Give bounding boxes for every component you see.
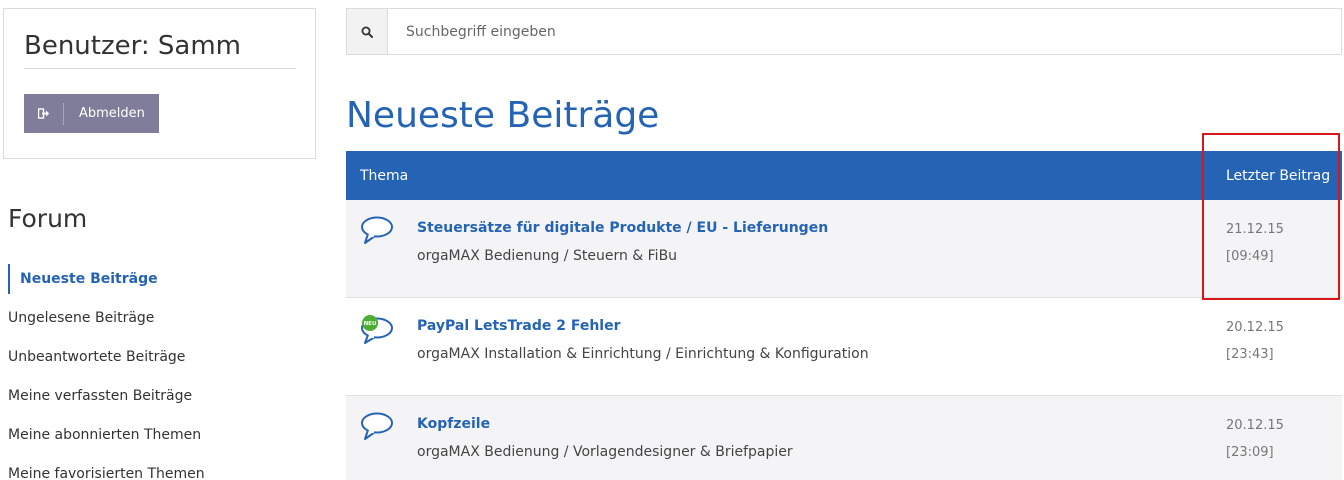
topic-category: orgaMAX Bedienung / Steuern & FiBu <box>417 248 678 264</box>
page-title: Neueste Beiträge <box>346 95 660 136</box>
speech-bubble-icon <box>361 216 393 244</box>
search-icon <box>361 26 373 38</box>
column-header-last-post: Letzter Beitrag <box>1226 167 1331 184</box>
last-post-date: 20.12.15 <box>1226 418 1284 433</box>
search-bar <box>346 8 1342 55</box>
last-post-time: [23:09] <box>1226 445 1274 460</box>
topic-link[interactable]: PayPal LetsTrade 2 Fehler <box>417 318 621 334</box>
user-title: Benutzer: Samm <box>24 31 296 69</box>
table-row: Kopfzeile orgaMAX Bedienung / Vorlagende… <box>346 396 1342 480</box>
last-post-date: 20.12.15 <box>1226 320 1284 335</box>
new-badge: NEU <box>364 321 377 327</box>
sidebar-item-meine-verfassten-beitraege[interactable]: Meine verfassten Beiträge <box>8 381 308 420</box>
last-post-time: [09:49] <box>1226 249 1274 264</box>
topic-link[interactable]: Kopfzeile <box>417 416 490 432</box>
sidebar-item-unbeantwortete-beitraege[interactable]: Unbeantwortete Beiträge <box>8 342 308 381</box>
sidebar-item-meine-abonnierten-themen[interactable]: Meine abonnierten Themen <box>8 420 308 459</box>
logout-button[interactable]: Abmelden <box>24 94 159 133</box>
last-post-date: 21.12.15 <box>1226 222 1284 237</box>
topic-category: orgaMAX Bedienung / Vorlagendesigner & B… <box>417 444 793 460</box>
sidebar-item-ungelesene-beitraege[interactable]: Ungelesene Beiträge <box>8 303 308 342</box>
user-panel: Benutzer: Samm Abmelden <box>3 8 316 159</box>
forum-nav: Neueste Beiträge Ungelesene Beiträge Unb… <box>8 264 308 480</box>
search-button[interactable] <box>347 9 388 54</box>
topic-link[interactable]: Steuersätze für digitale Produkte / EU -… <box>417 220 828 236</box>
new-speech-bubble-icon: NEU <box>361 315 393 344</box>
sidebar-item-neueste-beitraege[interactable]: Neueste Beiträge <box>8 264 308 294</box>
column-header-topic: Thema <box>360 167 409 184</box>
forum-heading: Forum <box>8 204 88 233</box>
table-row: Steuersätze für digitale Produkte / EU -… <box>346 200 1342 298</box>
last-post-time: [23:43] <box>1226 347 1274 362</box>
speech-bubble-icon <box>361 412 393 440</box>
search-input[interactable] <box>388 9 1341 54</box>
topic-category: orgaMAX Installation & Einrichtung / Ein… <box>417 346 869 362</box>
table-row: NEU PayPal LetsTrade 2 Fehler orgaMAX In… <box>346 298 1342 396</box>
sidebar-item-meine-favorisierten-themen[interactable]: Meine favorisierten Themen <box>8 459 308 480</box>
sign-out-icon <box>24 102 64 125</box>
topics-table: Thema Letzter Beitrag Steuersätze für di… <box>346 151 1342 480</box>
logout-label: Abmelden <box>79 106 145 121</box>
table-header: Thema Letzter Beitrag <box>346 151 1342 200</box>
